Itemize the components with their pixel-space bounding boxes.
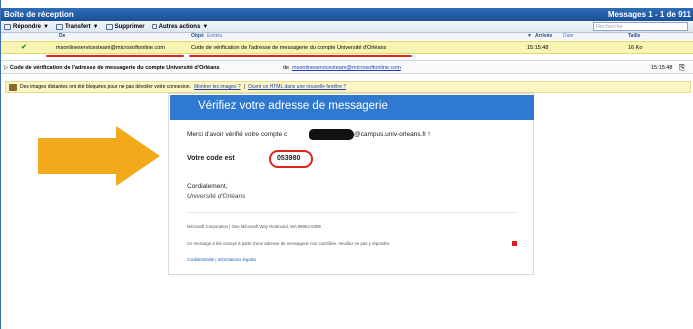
code-label: Votre code est: [187, 155, 235, 162]
footer-divider: [187, 212, 517, 213]
forward-icon: [55, 23, 63, 30]
thanks-text: Merci d'avoir vérifié votre compte c: [187, 131, 288, 138]
annotation-underline-from: [46, 55, 184, 57]
sort-arrow-icon: ▼: [527, 33, 532, 39]
column-size[interactable]: Taille: [628, 33, 640, 39]
message-time: 15:15:48: [527, 45, 549, 51]
reading-from-link[interactable]: msonlineservicesteam@microsoftonline.com: [292, 65, 401, 71]
reply-icon: [4, 23, 11, 30]
attachment-icon[interactable]: ⎘: [679, 63, 685, 73]
email-header-banner: Vérifiez votre adresse de messagerie: [170, 95, 534, 120]
folder-title: Boîte de réception: [4, 10, 74, 19]
forward-button[interactable]: Transfert ▼: [55, 23, 99, 30]
expand-icon[interactable]: ▷: [4, 65, 8, 71]
column-received[interactable]: Arrivée: [535, 33, 552, 39]
message-size: 16 Ko: [628, 45, 643, 51]
redaction-blot: [309, 129, 354, 140]
reading-subject: Code de vérification de l'adresse de mes…: [10, 65, 220, 71]
footer-notice: Ce message a été envoyé à partir d'une a…: [187, 241, 391, 246]
regards-text: Cordialement,: [187, 183, 228, 190]
delete-button[interactable]: Supprimer: [105, 23, 145, 30]
message-row[interactable]: ✔ msonlineservicesteam@microsoftonline.c…: [1, 41, 693, 54]
org-name: Université d'Orléans: [187, 193, 246, 200]
open-html-link[interactable]: Ouvrir ce HTML dans une nouvelle fenêtre…: [248, 84, 346, 90]
column-subject[interactable]: Objet: [191, 33, 204, 39]
microsoft-logo-icon: [512, 241, 517, 246]
reading-from-prefix: de: [283, 65, 290, 71]
show-images-link[interactable]: Montrer les images ?: [194, 84, 241, 90]
chevron-down-icon: ▼: [92, 23, 99, 30]
warning-separator: |: [243, 84, 245, 90]
message-list-header: De Objet Entités ▼ Arrivée Date Taille: [1, 33, 693, 40]
email-header-title: Vérifiez votre adresse de messagerie: [198, 100, 388, 112]
inbox-title-bar: Boîte de réception Messages 1 - 1 de 911: [1, 8, 693, 21]
reply-button[interactable]: Répondre ▼: [4, 23, 49, 30]
thanks-domain: @campus.univ-orleans.fr !: [354, 131, 430, 138]
message-subject: Code de vérification de l'adresse de mes…: [191, 45, 387, 51]
column-subject-sub: Entités: [207, 33, 223, 39]
annotation-underline-subject: [189, 55, 412, 57]
warning-text: Des images distantes ont été bloquées po…: [20, 84, 191, 90]
toolbar: Répondre ▼ Transfert ▼ Supprimer Autres …: [1, 21, 693, 33]
more-actions-label: Autres actions: [158, 23, 201, 30]
footer-address: Microsoft Corporation | One Microsoft Wa…: [187, 224, 321, 229]
delete-icon: [105, 23, 113, 30]
reply-label: Répondre: [13, 23, 42, 30]
column-from[interactable]: De: [59, 33, 65, 39]
warning-image-icon: [9, 83, 17, 91]
forward-label: Transfert: [64, 23, 91, 30]
arrow-annotation: [38, 126, 160, 186]
annotation-code-circle: [269, 150, 313, 168]
column-received-sub: Date: [563, 33, 574, 39]
mail-client-window: Boîte de réception Messages 1 - 1 de 911…: [0, 0, 693, 329]
footer-links[interactable]: Confidentialité | Informations légales: [187, 257, 256, 262]
reading-time: 15:15:48: [651, 65, 673, 71]
email-body: Vérifiez votre adresse de messagerie Mer…: [168, 93, 534, 275]
reading-pane-header: ▷ Code de vérification de l'adresse de m…: [1, 60, 693, 74]
menu-icon: [151, 24, 157, 29]
delete-label: Supprimer: [114, 23, 145, 30]
search-input[interactable]: Recherche: [593, 22, 688, 31]
more-actions-button[interactable]: Autres actions ▼: [151, 23, 209, 30]
chevron-down-icon: ▼: [202, 23, 209, 30]
message-from: msonlineservicesteam@microsoftonline.com: [56, 45, 165, 51]
message-count: Messages 1 - 1 de 911: [607, 10, 691, 19]
chevron-down-icon: ▼: [43, 23, 49, 30]
check-icon: ✔: [21, 44, 27, 51]
remote-images-warning: Des images distantes ont été bloquées po…: [5, 81, 691, 93]
